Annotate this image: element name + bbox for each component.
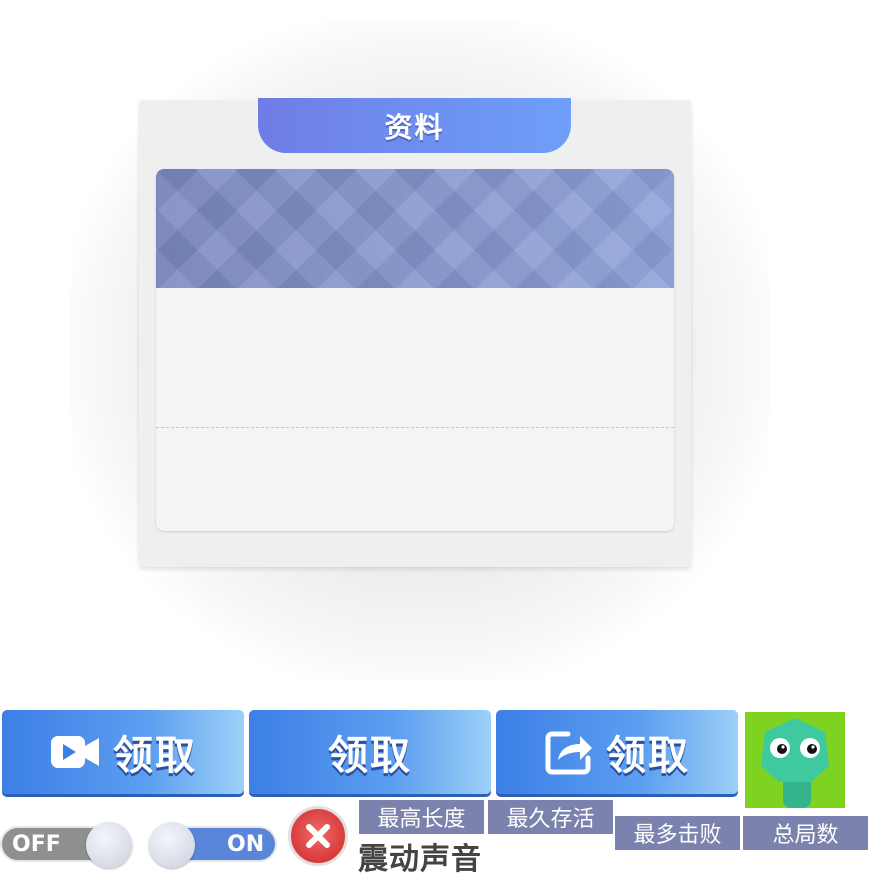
claim-share-button[interactable]: 领取 [496,710,738,794]
share-icon [544,728,594,776]
toggle-knob [149,822,195,868]
toggle-off-label: OFF [12,832,61,857]
claim-video-label: 领取 [113,733,197,779]
claim-button[interactable]: 领取 [249,710,491,794]
card-divider [156,427,674,428]
toggle-on[interactable]: ON [149,822,277,868]
snake-avatar[interactable] [743,710,847,810]
shake-sound-label: 震动声音 [358,842,482,877]
profile-card [156,169,674,531]
snake-character-icon [761,718,829,808]
toggle-on-label: ON [227,832,265,857]
profile-dialog: 资料 [139,98,691,567]
toggle-knob [86,822,132,868]
close-icon [306,824,330,848]
tag-most-kills: 最多击败 [615,816,740,850]
close-button[interactable] [288,806,348,866]
video-camera-icon [49,732,101,772]
profile-banner [156,169,674,288]
claim-label: 领取 [328,733,412,779]
claim-share-label: 领取 [606,733,690,779]
tag-max-length: 最高长度 [359,800,484,834]
claim-video-button[interactable]: 领取 [2,710,244,794]
tag-total-games: 总局数 [743,816,868,850]
dialog-title: 资料 [258,98,571,153]
tag-longest-survival: 最久存活 [488,800,613,834]
toggle-off[interactable]: OFF [0,822,132,868]
